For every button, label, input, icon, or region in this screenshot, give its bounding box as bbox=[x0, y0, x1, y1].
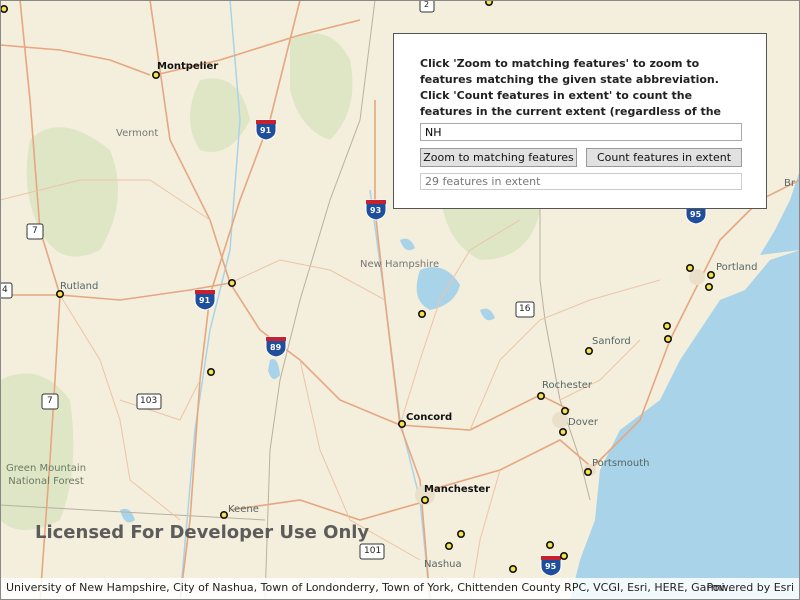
attribution-text[interactable]: University of New Hampshire, City of Nas… bbox=[6, 581, 735, 594]
us-7-south-number: 7 bbox=[47, 396, 53, 406]
developer-watermark: Licensed For Developer Use Only bbox=[35, 522, 370, 543]
city-label-manchester: Manchester bbox=[424, 484, 491, 495]
city-label-nashua: Nashua bbox=[424, 559, 462, 570]
interstate-95-south-number: 95 bbox=[545, 562, 557, 571]
interstate-91-south-number: 91 bbox=[199, 296, 211, 305]
us-103-number: 103 bbox=[140, 396, 158, 406]
region-label-new-hampshire: New Hampshire bbox=[360, 259, 440, 270]
powered-by-esri: Powered by Esri bbox=[706, 581, 794, 594]
city-label-concord: Concord bbox=[406, 412, 453, 423]
interstate-89-number: 89 bbox=[270, 343, 282, 352]
city-label-rutland: Rutland bbox=[60, 281, 99, 292]
city-label-portland: Portland bbox=[716, 262, 758, 273]
city-label-sanford: Sanford bbox=[592, 336, 631, 347]
zoom-to-matching-button[interactable]: Zoom to matching features bbox=[420, 148, 577, 167]
region-label-vermont: Vermont bbox=[116, 128, 159, 139]
interstate-91-number: 91 bbox=[260, 126, 272, 135]
us-2-number: 2 bbox=[424, 0, 430, 9]
city-label-keene: Keene bbox=[228, 504, 259, 515]
city-label-rochester: Rochester bbox=[542, 380, 592, 391]
us-16-number: 16 bbox=[519, 304, 531, 314]
attribution-bar: University of New Hampshire, City of Nas… bbox=[0, 578, 800, 600]
city-label-brunswick: Br bbox=[784, 178, 795, 189]
result-text: 29 features in extent bbox=[420, 173, 742, 190]
us-101-number: 101 bbox=[364, 546, 382, 556]
interstate-95-number: 95 bbox=[690, 210, 702, 219]
count-features-button[interactable]: Count features in extent bbox=[586, 148, 742, 167]
region-label-green-mountain: Green Mountain National Forest bbox=[6, 463, 87, 487]
state-abbreviation-input[interactable] bbox=[420, 123, 742, 141]
city-label-montpelier: Montpelier bbox=[157, 61, 219, 72]
query-panel: Click 'Zoom to matching features' to zoo… bbox=[393, 33, 767, 209]
us-4-number: 4 bbox=[2, 285, 8, 295]
city-label-dover: Dover bbox=[568, 417, 598, 428]
app-window: 91 93 91 89 95 95 7 7 4 16 103 101 2 Mon… bbox=[0, 0, 800, 600]
city-label-portsmouth: Portsmouth bbox=[592, 458, 650, 469]
interstate-93-number: 93 bbox=[370, 206, 382, 215]
us-7-number: 7 bbox=[32, 226, 38, 236]
